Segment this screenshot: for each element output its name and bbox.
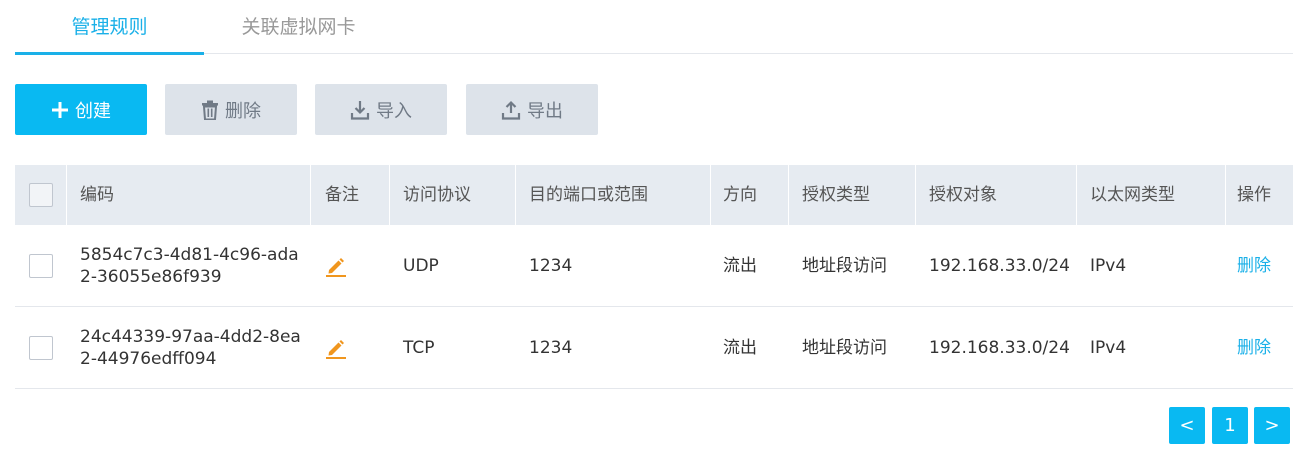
header-divider: [710, 165, 711, 225]
cell-eth-type: IPv4: [1090, 255, 1127, 276]
cell-note: [325, 307, 389, 388]
cell-port: 1234: [529, 337, 573, 358]
cell-direction: 流出: [723, 255, 757, 276]
header-eth-type: 以太网类型: [1090, 185, 1175, 205]
export-button[interactable]: 导出: [466, 84, 598, 135]
header-divider: [310, 165, 311, 225]
cell-code: 5854c7c3-4d81-4c96-ada2-36055e86f939: [80, 225, 310, 306]
prev-page-button[interactable]: <: [1169, 407, 1205, 444]
cell-protocol: UDP: [403, 255, 439, 276]
row-checkbox[interactable]: [29, 335, 53, 360]
rules-table: 编码 备注 访问协议 目的端口或范围 方向 授权类型 授权对象 以太网类型 操作…: [15, 165, 1293, 389]
header-auth-type: 授权类型: [802, 185, 870, 205]
row-delete-link[interactable]: 删除: [1237, 337, 1271, 359]
header-protocol: 访问协议: [403, 185, 471, 205]
cell-auth-type: 地址段访问: [802, 255, 887, 276]
delete-button[interactable]: 删除: [165, 84, 297, 135]
tab-associated-vnic[interactable]: 关联虚拟网卡: [204, 0, 393, 54]
trash-icon: [202, 100, 218, 120]
tab-manage-rules[interactable]: 管理规则: [15, 0, 204, 55]
header-divider: [515, 165, 516, 225]
edit-icon[interactable]: [325, 337, 347, 359]
export-button-label: 导出: [527, 100, 563, 122]
tab-bar: 管理规则 关联虚拟网卡: [15, 0, 1293, 55]
select-all-cell: [15, 165, 67, 225]
download-icon: [350, 100, 370, 120]
row-checkbox[interactable]: [29, 253, 53, 278]
upload-icon: [501, 100, 521, 120]
header-direction: 方向: [723, 185, 757, 205]
header-divider: [389, 165, 390, 225]
cell-auth-target: 192.168.33.0/24: [929, 255, 1070, 276]
header-op: 操作: [1237, 185, 1271, 205]
cell-op: 删除: [1237, 307, 1293, 388]
row-select-cell: [15, 225, 67, 306]
header-divider: [1076, 165, 1077, 225]
header-note: 备注: [325, 185, 359, 205]
delete-button-label: 删除: [225, 100, 261, 122]
select-all-checkbox[interactable]: [29, 183, 53, 207]
cell-direction: 流出: [723, 337, 757, 358]
header-auth-target: 授权对象: [929, 185, 997, 205]
row-select-cell: [15, 307, 67, 388]
rule-code: 24c44339-97aa-4dd2-8ea2-44976edff094: [80, 326, 301, 369]
plus-icon: [52, 101, 68, 118]
cell-protocol: TCP: [403, 337, 435, 358]
table-row: 5854c7c3-4d81-4c96-ada2-36055e86f939 UDP…: [15, 225, 1293, 307]
next-page-button[interactable]: >: [1254, 407, 1290, 444]
cell-note: [325, 225, 389, 306]
row-delete-link[interactable]: 删除: [1237, 255, 1271, 277]
table-header: 编码 备注 访问协议 目的端口或范围 方向 授权类型 授权对象 以太网类型 操作: [15, 165, 1293, 225]
header-divider: [915, 165, 916, 225]
rule-code: 5854c7c3-4d81-4c96-ada2-36055e86f939: [80, 244, 299, 287]
edit-icon[interactable]: [325, 255, 347, 277]
cell-eth-type: IPv4: [1090, 337, 1127, 358]
table-row: 24c44339-97aa-4dd2-8ea2-44976edff094 TCP…: [15, 307, 1293, 389]
page-1-button[interactable]: 1: [1212, 407, 1248, 444]
security-group-rules-page: 管理规则 关联虚拟网卡 创建 删除 导入 导出 编码 备注 访问协议 目的端口或…: [0, 0, 1293, 463]
header-code: 编码: [80, 185, 114, 205]
header-divider: [66, 165, 67, 225]
cell-auth-target: 192.168.33.0/24: [929, 337, 1070, 358]
cell-code: 24c44339-97aa-4dd2-8ea2-44976edff094: [80, 307, 310, 388]
create-button-label: 创建: [75, 100, 111, 122]
import-button-label: 导入: [376, 100, 412, 122]
header-port: 目的端口或范围: [529, 185, 648, 205]
header-divider: [788, 165, 789, 225]
import-button[interactable]: 导入: [315, 84, 447, 135]
cell-op: 删除: [1237, 225, 1293, 306]
header-divider: [1225, 165, 1226, 225]
create-button[interactable]: 创建: [15, 84, 147, 135]
cell-port: 1234: [529, 255, 573, 276]
cell-auth-type: 地址段访问: [802, 337, 887, 358]
